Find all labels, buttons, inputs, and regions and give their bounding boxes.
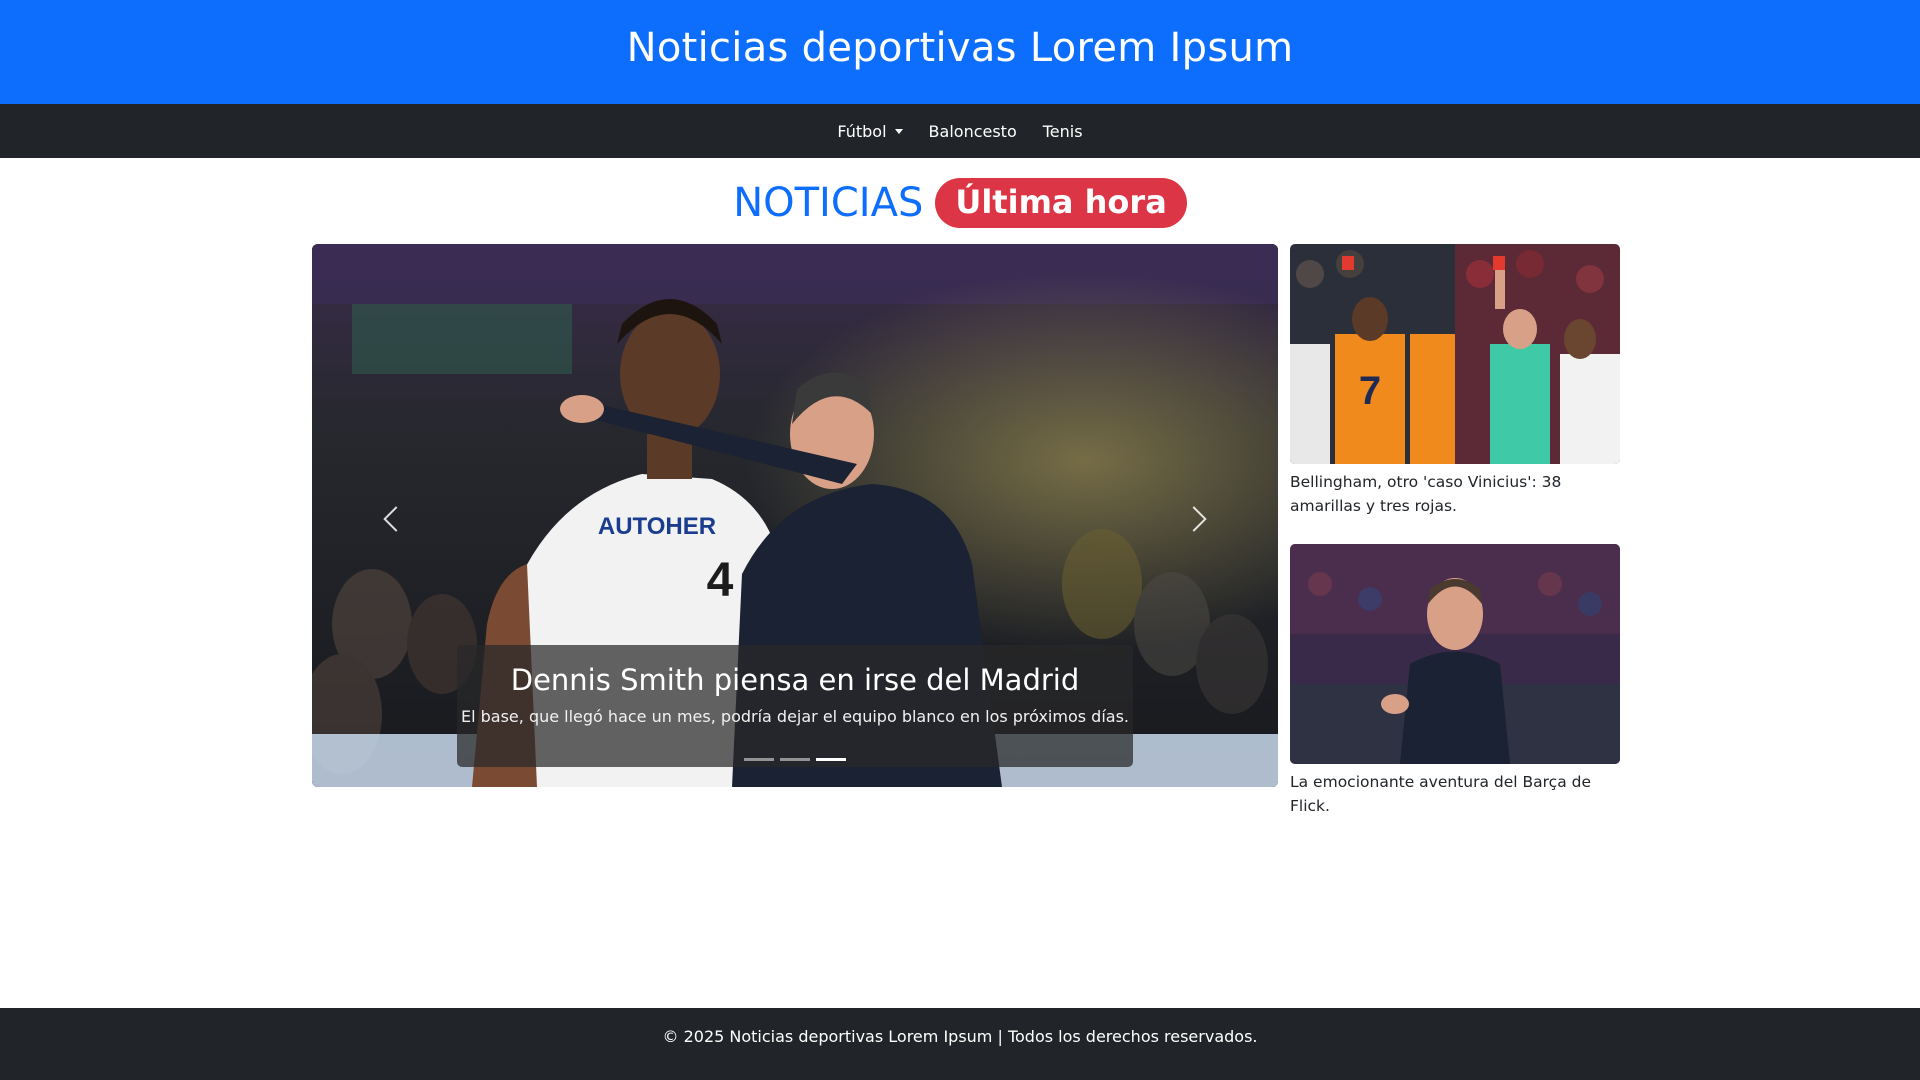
side-news-caption-2[interactable]: La emocionante aventura del Barça de Fli… xyxy=(1290,770,1620,818)
nav-item-futbol-label: Fútbol xyxy=(837,121,887,141)
carousel-caption-text: El base, que llegó hace un mes, podría d… xyxy=(460,707,1129,726)
carousel-indicators xyxy=(312,758,1278,761)
news-carousel[interactable]: AUTOHER 4 Dennis Smith piensa en irse de… xyxy=(312,244,1278,787)
section-title: NOTICIAS xyxy=(733,180,924,226)
svg-text:4: 4 xyxy=(707,554,734,607)
carousel-caption-title: Dennis Smith piensa en irse del Madrid xyxy=(510,663,1080,697)
carousel-next-button[interactable] xyxy=(1168,484,1228,554)
breaking-news-badge: Última hora xyxy=(935,178,1187,228)
nav-item-futbol[interactable]: Fútbol xyxy=(837,121,903,141)
main-navbar: Fútbol Baloncesto Tenis xyxy=(0,104,1920,158)
carousel-indicator-3[interactable] xyxy=(816,758,846,761)
side-news-card-1[interactable]: 7 Bellingham, otro 'caso Vinicius': 38 a… xyxy=(1290,244,1620,518)
site-footer: © 2025 Noticias deportivas Lorem Ipsum |… xyxy=(0,1008,1920,1080)
svg-text:7: 7 xyxy=(1359,369,1381,413)
page: Noticias deportivas Lorem Ipsum Fútbol B… xyxy=(0,0,1920,1080)
carousel-indicator-1[interactable] xyxy=(744,758,774,761)
side-news-image-2 xyxy=(1290,544,1620,764)
side-news-caption-1[interactable]: Bellingham, otro 'caso Vinicius': 38 ama… xyxy=(1290,470,1620,518)
chevron-left-icon xyxy=(383,506,409,532)
nav-item-tenis[interactable]: Tenis xyxy=(1043,122,1083,141)
site-title[interactable]: Noticias deportivas Lorem Ipsum xyxy=(627,25,1294,71)
svg-text:AUTOHER: AUTOHER xyxy=(598,513,716,540)
carousel-indicator-2[interactable] xyxy=(780,758,810,761)
carousel-prev-button[interactable] xyxy=(362,484,422,554)
chevron-right-icon xyxy=(1181,506,1207,532)
section-heading: NOTICIAS Última hora xyxy=(0,178,1920,228)
site-header: Noticias deportivas Lorem Ipsum xyxy=(0,0,1920,104)
footer-text: © 2025 Noticias deportivas Lorem Ipsum |… xyxy=(662,1026,1258,1046)
carousel-caption: Dennis Smith piensa en irse del Madrid E… xyxy=(457,645,1133,767)
side-news-image-1: 7 xyxy=(1290,244,1620,464)
caret-down-icon xyxy=(894,128,903,134)
side-news-card-2[interactable]: La emocionante aventura del Barça de Fli… xyxy=(1290,544,1620,818)
nav-item-baloncesto[interactable]: Baloncesto xyxy=(929,122,1017,141)
